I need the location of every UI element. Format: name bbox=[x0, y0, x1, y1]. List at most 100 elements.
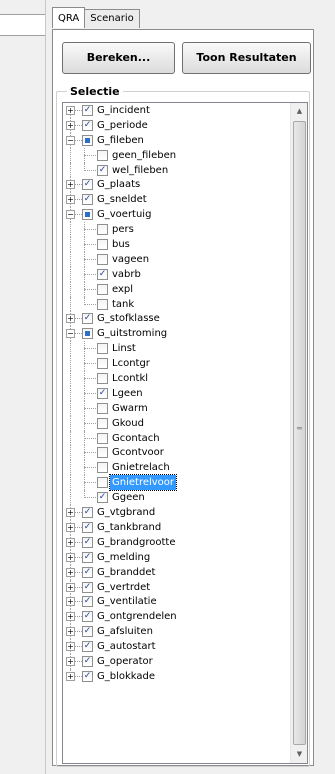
checkbox-checked[interactable]: ✓ bbox=[82, 626, 93, 638]
expand-icon[interactable]: + bbox=[66, 582, 75, 592]
expand-icon[interactable]: + bbox=[66, 522, 75, 532]
bereken-button[interactable]: Bereken... bbox=[62, 42, 175, 74]
expand-icon[interactable]: + bbox=[66, 671, 75, 681]
checkbox-checked[interactable]: ✓ bbox=[82, 536, 93, 548]
vertical-scrollbar[interactable]: ▲ ═ ▼ bbox=[290, 103, 307, 763]
checkbox-checked[interactable]: ✓ bbox=[97, 268, 108, 280]
checkbox-checked[interactable]: ✓ bbox=[82, 551, 93, 563]
tree-group-node[interactable]: + ✓ G_operator bbox=[63, 653, 289, 669]
tree-node-label[interactable]: G_autostart bbox=[95, 639, 158, 654]
expand-icon[interactable]: + bbox=[66, 120, 75, 130]
tree-node-label[interactable]: Gcontvoor bbox=[110, 445, 166, 460]
selectie-tree[interactable]: + ✓ G_incident + ✓ G_periode − G_fileben geen_fi… bbox=[62, 102, 308, 764]
tree-group-node[interactable]: + ✓ G_tankbrand bbox=[63, 519, 289, 535]
tree-group-node[interactable]: + ✓ G_vtgbrand bbox=[63, 505, 289, 520]
tree-group-node[interactable]: + ✓ G_brandgrootte bbox=[63, 534, 289, 550]
tree-node-label[interactable]: G_ontgrendelen bbox=[95, 609, 179, 624]
toon-resultaten-button[interactable]: Toon Resultaten bbox=[182, 42, 311, 74]
tree-child-node[interactable]: Gcontvoor bbox=[63, 445, 289, 461]
checkbox-partial[interactable] bbox=[82, 134, 93, 146]
scrollbar-thumb[interactable]: ═ bbox=[293, 121, 306, 745]
checkbox-checked[interactable]: ✓ bbox=[82, 507, 93, 519]
tree-node-label[interactable]: G_ventilatie bbox=[95, 594, 159, 609]
tree-node-label[interactable]: Gnietrelach bbox=[110, 460, 172, 475]
expand-icon[interactable]: + bbox=[66, 314, 75, 324]
expand-icon[interactable]: + bbox=[66, 180, 75, 190]
tree-child-node[interactable]: Gkoud bbox=[63, 415, 289, 431]
tree-node-label[interactable]: G_brandgrootte bbox=[95, 535, 178, 550]
tree-node-label[interactable]: tank bbox=[110, 297, 136, 312]
tree-node-label[interactable]: G_vtgbrand bbox=[95, 505, 157, 520]
checkbox-checked[interactable]: ✓ bbox=[82, 521, 93, 533]
checkbox-unchecked[interactable] bbox=[97, 149, 108, 161]
checkbox-checked[interactable]: ✓ bbox=[82, 611, 93, 623]
checkbox-checked[interactable]: ✓ bbox=[82, 313, 93, 325]
tree-node-label[interactable]: Linst bbox=[110, 341, 138, 356]
tree-node-label[interactable]: G_afsluiten bbox=[95, 624, 155, 639]
scroll-up-arrow-icon[interactable]: ▲ bbox=[291, 103, 307, 120]
tree-group-node[interactable]: + ✓ G_melding bbox=[63, 549, 289, 565]
checkbox-partial[interactable] bbox=[82, 328, 93, 340]
tree-node-label[interactable]: Ggeen bbox=[110, 490, 147, 505]
tree-node-label[interactable]: G_voertuig bbox=[95, 207, 153, 222]
expand-icon[interactable]: + bbox=[66, 195, 75, 205]
tree-node-label[interactable]: wel_fileben bbox=[110, 163, 170, 178]
checkbox-checked[interactable]: ✓ bbox=[97, 164, 108, 176]
tree-child-node[interactable]: geen_fileben bbox=[63, 147, 289, 163]
tree-node-label[interactable]: G_tankbrand bbox=[95, 520, 163, 535]
expand-icon[interactable]: + bbox=[66, 106, 75, 115]
tree-node-label[interactable]: Lcontgr bbox=[110, 356, 152, 371]
tree-group-node[interactable]: + ✓ G_incident bbox=[63, 103, 289, 118]
checkbox-checked[interactable]: ✓ bbox=[82, 641, 93, 653]
tree-child-node[interactable]: Gcontach bbox=[63, 430, 289, 446]
tree-child-node[interactable]: vageen bbox=[63, 251, 289, 267]
checkbox-checked[interactable]: ✓ bbox=[82, 655, 93, 667]
tree-node-label[interactable]: Lcontkl bbox=[110, 371, 150, 386]
checkbox-unchecked[interactable] bbox=[97, 417, 108, 429]
tree-node-label[interactable]: Gnietrelvoor bbox=[108, 474, 178, 492]
checkbox-unchecked[interactable] bbox=[97, 239, 108, 251]
tree-child-node[interactable]: bus bbox=[63, 237, 289, 252]
checkbox-unchecked[interactable] bbox=[97, 224, 108, 236]
tree-node-label[interactable]: G_stofklasse bbox=[95, 311, 162, 326]
tree-child-node[interactable]: Gwarm bbox=[63, 400, 289, 416]
tree-node-label[interactable]: pers bbox=[110, 222, 136, 237]
tree-node-label[interactable]: G_branddet bbox=[95, 565, 157, 580]
collapse-icon[interactable]: − bbox=[66, 329, 75, 339]
checkbox-checked[interactable]: ✓ bbox=[82, 670, 93, 682]
tree-group-node[interactable]: + ✓ G_plaats bbox=[63, 177, 289, 193]
checkbox-checked[interactable]: ✓ bbox=[97, 387, 108, 399]
checkbox-unchecked[interactable] bbox=[97, 462, 108, 474]
collapse-icon[interactable]: − bbox=[66, 210, 75, 220]
tree-node-label[interactable]: Gcontach bbox=[110, 431, 162, 446]
expand-icon[interactable]: + bbox=[66, 627, 75, 637]
checkbox-unchecked[interactable] bbox=[97, 432, 108, 444]
checkbox-unchecked[interactable] bbox=[97, 343, 108, 355]
tree-node-label[interactable]: G_uitstroming bbox=[95, 326, 169, 341]
tree-node-label[interactable]: G_blokkade bbox=[95, 669, 157, 684]
tree-group-node[interactable]: + ✓ G_ontgrendelen bbox=[63, 609, 289, 625]
tree-child-node[interactable]: ✓ Lgeen bbox=[63, 385, 289, 401]
expand-icon[interactable]: + bbox=[66, 642, 75, 652]
expand-icon[interactable]: + bbox=[66, 537, 75, 547]
tree-node-label[interactable]: bus bbox=[110, 237, 132, 252]
tree-group-node[interactable]: + ✓ G_periode bbox=[63, 117, 289, 133]
tree-node-label[interactable]: Gkoud bbox=[110, 416, 146, 431]
tab-scenario[interactable]: Scenario bbox=[84, 9, 140, 28]
collapse-icon[interactable]: − bbox=[66, 135, 75, 145]
tree-node-label[interactable]: geen_fileben bbox=[110, 148, 178, 163]
checkbox-unchecked[interactable] bbox=[97, 477, 108, 489]
tree-node-label[interactable]: Lgeen bbox=[110, 386, 145, 401]
scroll-down-arrow-icon[interactable]: ▼ bbox=[291, 746, 307, 763]
tree-node-label[interactable]: G_sneldet bbox=[95, 192, 149, 207]
tree-group-node[interactable]: + ✓ G_ventilatie bbox=[63, 594, 289, 610]
tree-node-label[interactable]: G_periode bbox=[95, 118, 150, 133]
tree-child-node[interactable]: Gnietrelach bbox=[63, 460, 289, 476]
tree-group-node[interactable]: − G_uitstroming bbox=[63, 326, 289, 342]
checkbox-checked[interactable]: ✓ bbox=[82, 596, 93, 608]
tree-child-node[interactable]: ✓ wel_fileben bbox=[63, 162, 289, 178]
expand-icon[interactable]: + bbox=[66, 612, 75, 622]
tree-group-node[interactable]: + ✓ G_branddet bbox=[63, 564, 289, 580]
tree-group-node[interactable]: + ✓ G_blokkade bbox=[63, 668, 289, 684]
checkbox-checked[interactable]: ✓ bbox=[82, 581, 93, 593]
